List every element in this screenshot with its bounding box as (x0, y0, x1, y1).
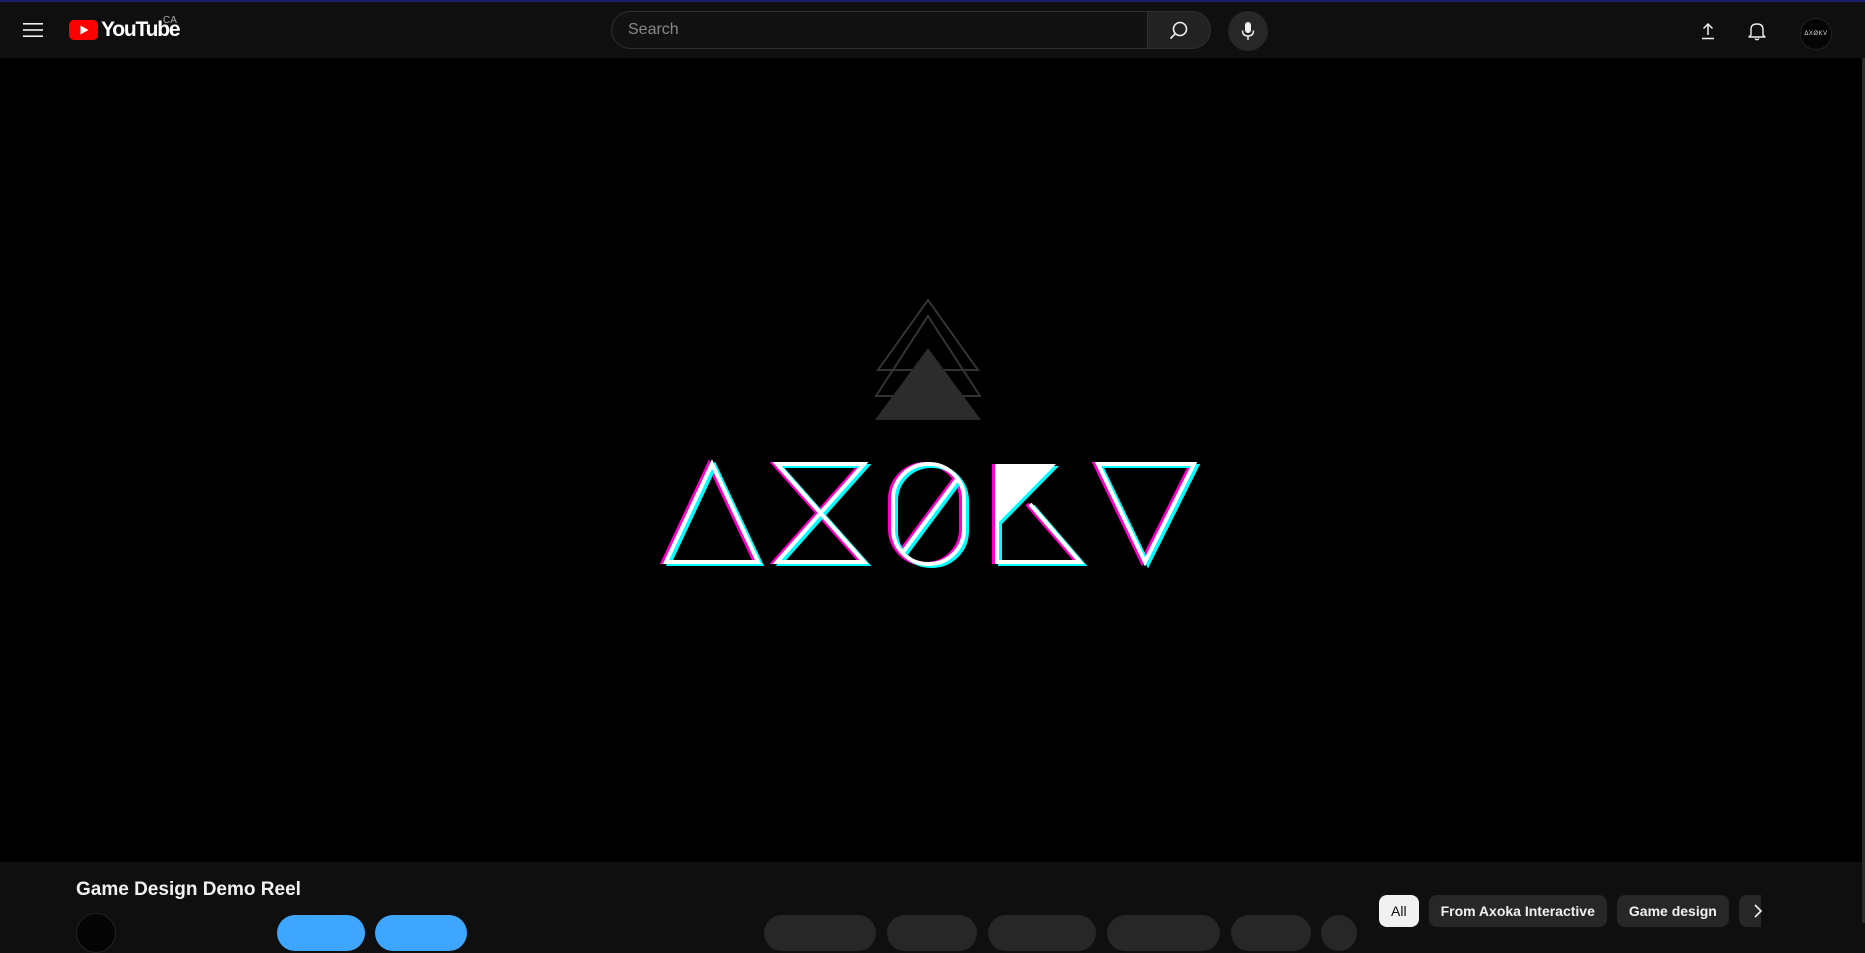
channel-avatar[interactable] (76, 913, 116, 953)
glitch-logo-wordmark (659, 459, 1201, 569)
youtube-logo-icon (69, 20, 98, 40)
subscribe-button[interactable] (277, 915, 365, 951)
bell-icon (1748, 23, 1766, 41)
share-button[interactable] (887, 915, 977, 951)
axoka-emblem-icon (659, 298, 1201, 569)
notifications-button[interactable] (1737, 11, 1777, 51)
remix-button[interactable] (988, 915, 1096, 951)
upload-icon (1702, 22, 1714, 40)
like-dislike-button[interactable] (764, 915, 876, 951)
clip-button[interactable] (1231, 915, 1311, 951)
video-title: Game Design Demo Reel (76, 879, 301, 900)
masthead: YouTube CA ΔXØKV (0, 2, 1865, 58)
search-box (611, 11, 1147, 49)
chevron-right-icon (1754, 904, 1763, 918)
chip-game-design[interactable]: Game design (1616, 895, 1729, 927)
account-avatar[interactable]: ΔXØKV (1800, 18, 1832, 50)
microphone-icon (1241, 22, 1255, 40)
search-input[interactable] (612, 12, 1147, 48)
join-button[interactable] (375, 915, 467, 951)
chip-all[interactable]: All (1379, 895, 1419, 927)
menu-icon (23, 23, 43, 37)
search-icon (1169, 21, 1188, 40)
download-button[interactable] (1107, 915, 1220, 951)
country-code: CA (163, 15, 177, 26)
search-button[interactable] (1147, 11, 1211, 49)
video-player[interactable] (0, 58, 1862, 862)
more-actions-button[interactable] (1321, 915, 1357, 951)
upload-button[interactable] (1688, 11, 1728, 51)
related-chips: All From Axoka Interactive Game design (1379, 895, 1761, 927)
voice-search-button[interactable] (1228, 11, 1268, 51)
chips-next-button[interactable] (1740, 893, 1776, 929)
chip-from-axoka-interactive[interactable]: From Axoka Interactive (1428, 895, 1607, 927)
menu-button[interactable] (14, 11, 52, 49)
